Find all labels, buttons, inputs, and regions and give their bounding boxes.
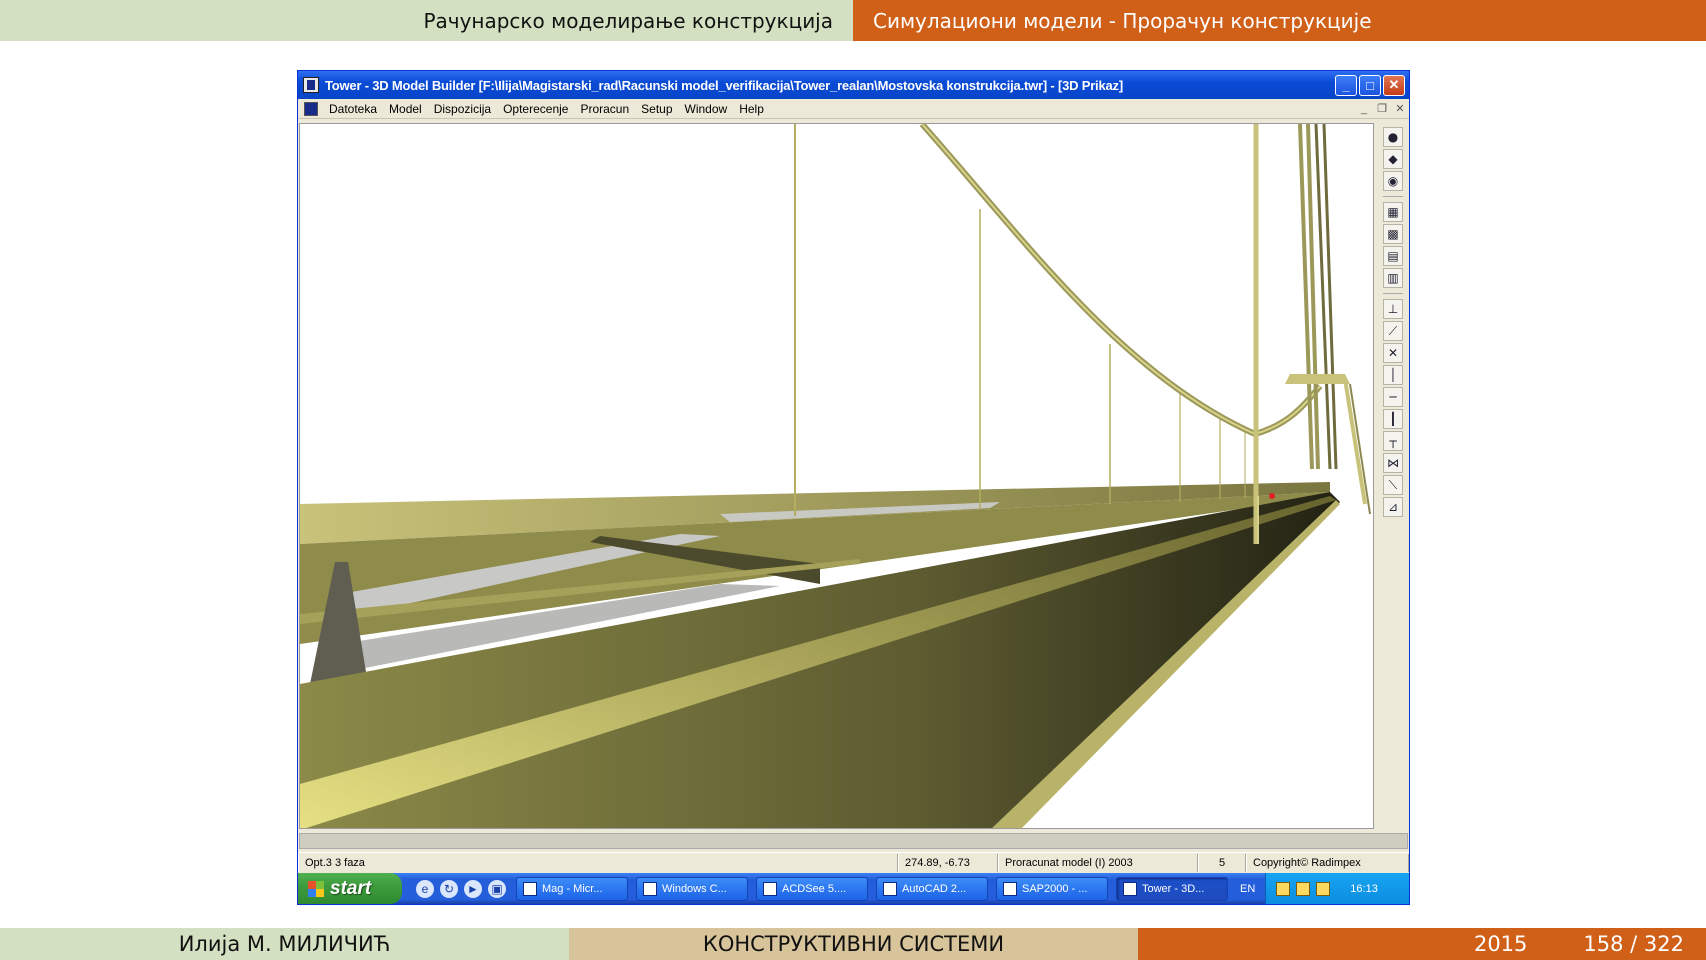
status-phase: Opt.3 3 faza (298, 853, 898, 872)
table-icon[interactable]: ▥ (1383, 268, 1403, 288)
tower-app-icon[interactable] (303, 77, 319, 93)
start-label: start (330, 877, 372, 899)
menu-bar: Datoteka Model Dispozicija Opterecenje P… (298, 99, 1409, 119)
minimize-button[interactable]: _ (1335, 74, 1357, 96)
menu-datoteka[interactable]: Datoteka (323, 102, 383, 116)
start-button[interactable]: start (298, 873, 402, 904)
menu-window[interactable]: Window (679, 102, 734, 116)
footer-year: 2015 (1473, 932, 1528, 956)
task-button-sap2000[interactable]: SAP2000 - ... (996, 876, 1108, 901)
acdsee-icon (763, 881, 777, 896)
mdi-minimize-button[interactable]: _ (1355, 103, 1373, 115)
menu-model[interactable]: Model (383, 102, 428, 116)
beam-icon[interactable]: ┬ (1383, 431, 1403, 451)
status-bar: Opt.3 3 faza 274.89, -6.73 Proracunat mo… (298, 852, 1409, 872)
menu-proracun[interactable]: Proracun (574, 102, 635, 116)
tray-icon-3[interactable] (1316, 881, 1331, 896)
slide-header: Рачунарско моделирање конструкција Симул… (0, 0, 1706, 41)
status-copyright: Copyright© Radimpex (1246, 853, 1409, 872)
line-icon[interactable]: │ (1383, 365, 1403, 385)
status-coords: 274.89, -6.73 (898, 853, 998, 872)
save-icon[interactable]: ▣ (488, 879, 506, 898)
tray-icon-2[interactable] (1296, 881, 1311, 896)
sphere-icon[interactable]: ● (1383, 127, 1403, 147)
footer-author: Илија М. МИЛИЧИЋ (0, 928, 569, 960)
tray-icon-1[interactable] (1276, 881, 1291, 896)
ie-icon[interactable]: e (416, 879, 434, 898)
menu-help[interactable]: Help (733, 102, 770, 116)
frame-icon[interactable]: ▤ (1383, 246, 1403, 266)
system-tray: 16:13 (1265, 873, 1409, 904)
task-button-mag[interactable]: Mag - Micr... (516, 876, 628, 901)
horizontal-scrollbar[interactable] (299, 833, 1408, 849)
slide-header-right: Симулациони модели - Прорачун конструкци… (853, 0, 1706, 41)
truss-icon[interactable]: ⋈ (1383, 453, 1403, 473)
menu-opterecenje[interactable]: Opterecenje (497, 102, 574, 116)
window-title: Tower - 3D Model Builder [F:\Ilija\Magis… (325, 77, 1123, 93)
axis-icon[interactable]: ⊥ (1383, 299, 1403, 319)
autocad-icon (883, 881, 897, 896)
model-icon[interactable]: ◉ (1383, 171, 1403, 191)
status-model: Proracunat model (I) 2003 (998, 853, 1198, 872)
cross-icon[interactable]: ✕ (1383, 343, 1403, 363)
language-indicator[interactable]: EN (1240, 883, 1255, 895)
diag-icon[interactable]: ⟋ (1383, 321, 1403, 341)
media-icon[interactable]: ► (464, 879, 482, 898)
mdi-close-button[interactable]: ✕ (1391, 102, 1409, 115)
footer-page: 158 / 322 (1583, 932, 1684, 956)
hline-icon[interactable]: ─ (1383, 387, 1403, 407)
task-button-autocad[interactable]: AutoCAD 2... (876, 876, 988, 901)
slide-header-left: Рачунарско моделирање конструкција (0, 0, 853, 41)
column-icon[interactable]: ┃ (1383, 409, 1403, 429)
brace-icon[interactable]: ⟍ (1383, 475, 1403, 495)
taskbar: start e ↻ ► ▣ Mag - Micr... Windows C...… (298, 873, 1409, 904)
support-icon[interactable]: ⊿ (1383, 497, 1403, 517)
menu-setup[interactable]: Setup (635, 102, 678, 116)
app-window: Tower - 3D Model Builder [F:\Ilija\Magis… (297, 70, 1410, 905)
render-icon[interactable]: ◆ (1383, 149, 1403, 169)
mdi-restore-button[interactable]: ❐ (1373, 102, 1391, 115)
task-button-acdsee[interactable]: ACDSee 5.... (756, 876, 868, 901)
footer-right: 2015 158 / 322 (1138, 928, 1706, 960)
menu-dispozicija[interactable]: Dispozicija (428, 102, 497, 116)
status-count: 5 (1198, 853, 1246, 872)
slide-footer: Илија М. МИЛИЧИЋ КОНСТРУКТИВНИ СИСТЕМИ 2… (0, 928, 1706, 960)
refresh-icon[interactable]: ↻ (440, 879, 458, 898)
title-bar[interactable]: Tower - 3D Model Builder [F:\Ilija\Magis… (298, 71, 1409, 99)
bridge-3d-render (300, 124, 1373, 828)
sap2000-icon (1003, 881, 1017, 896)
document-icon[interactable] (304, 101, 318, 116)
window-icon (643, 881, 657, 896)
close-button[interactable]: ✕ (1383, 74, 1405, 96)
tower-icon (1123, 881, 1137, 896)
quick-launch: e ↻ ► ▣ (416, 879, 506, 898)
mesh-icon[interactable]: ▩ (1383, 224, 1403, 244)
windows-flag-icon (308, 880, 324, 897)
task-button-windows[interactable]: Windows C... (636, 876, 748, 901)
task-button-tower[interactable]: Tower - 3D... (1116, 876, 1228, 901)
footer-title: КОНСТРУКТИВНИ СИСТЕМИ (569, 928, 1138, 960)
maximize-button[interactable]: □ (1359, 74, 1381, 96)
clock[interactable]: 16:13 (1350, 883, 1378, 895)
right-toolbar: ● ◆ ◉ ▦ ▩ ▤ ▥ ⊥ ⟋ ✕ │ ─ ┃ ┬ ⋈ ⟍ ⊿ (1378, 123, 1408, 829)
grid-icon[interactable]: ▦ (1383, 202, 1403, 222)
word-icon (523, 881, 537, 896)
3d-viewport[interactable] (299, 123, 1374, 829)
